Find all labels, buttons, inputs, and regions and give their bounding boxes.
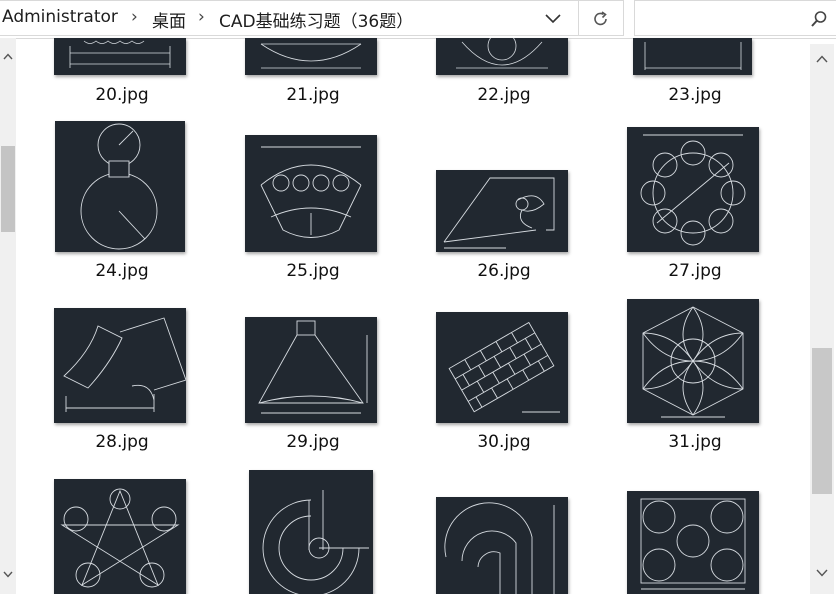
thumbnail-image bbox=[627, 127, 759, 252]
scroll-down-button[interactable] bbox=[810, 562, 834, 584]
thumbnail-image bbox=[54, 308, 186, 423]
search-box[interactable] bbox=[634, 0, 836, 36]
thumbnail-image bbox=[245, 38, 377, 75]
file-name: 31.jpg bbox=[668, 432, 722, 452]
file-item[interactable]: 31.jpg bbox=[613, 296, 777, 461]
file-name: 23.jpg bbox=[668, 85, 722, 105]
thumbnail-image bbox=[249, 470, 373, 594]
thumbnail-image bbox=[436, 497, 568, 594]
file-name: 28.jpg bbox=[95, 432, 149, 452]
file-item[interactable]: 26.jpg bbox=[422, 118, 586, 290]
file-name: 22.jpg bbox=[477, 85, 531, 105]
file-item[interactable] bbox=[40, 476, 204, 594]
file-name: 26.jpg bbox=[477, 261, 531, 281]
file-item[interactable]: 30.jpg bbox=[422, 296, 586, 461]
search-input[interactable] bbox=[641, 7, 805, 31]
file-item[interactable]: 24.jpg bbox=[40, 118, 204, 290]
scroll-down-button[interactable] bbox=[0, 564, 16, 584]
file-name: 29.jpg bbox=[286, 432, 340, 452]
file-name: 24.jpg bbox=[95, 261, 149, 281]
chevron-down-icon bbox=[3, 571, 13, 578]
breadcrumb-separator: › bbox=[131, 7, 138, 27]
address-bar[interactable]: Administrator › 桌面 › CAD基础练习题（36题） bbox=[0, 0, 624, 36]
thumbnail-image bbox=[627, 299, 759, 423]
scroll-up-button[interactable] bbox=[0, 46, 16, 66]
thumbnail-image bbox=[436, 312, 568, 423]
thumbnail-image bbox=[436, 170, 568, 252]
file-item[interactable] bbox=[613, 488, 777, 594]
thumbnail-image bbox=[633, 38, 752, 75]
file-name: 21.jpg bbox=[286, 85, 340, 105]
file-item[interactable]: 23.jpg bbox=[613, 38, 777, 112]
search-icon bbox=[811, 11, 827, 27]
file-item[interactable]: 22.jpg bbox=[422, 38, 586, 112]
thumbnail-image bbox=[54, 479, 186, 594]
file-item[interactable]: 27.jpg bbox=[613, 118, 777, 290]
file-item[interactable]: 20.jpg bbox=[40, 38, 204, 112]
refresh-button[interactable] bbox=[578, 1, 623, 36]
chevron-up-icon bbox=[3, 52, 13, 59]
file-item[interactable] bbox=[422, 494, 586, 594]
navigation-pane-scrollbar[interactable] bbox=[0, 38, 16, 594]
search-button[interactable] bbox=[805, 5, 833, 33]
file-name: 20.jpg bbox=[95, 85, 149, 105]
file-name: 25.jpg bbox=[286, 261, 340, 281]
toolbar: Administrator › 桌面 › CAD基础练习题（36题） bbox=[0, 0, 836, 39]
breadcrumb-desktop[interactable]: 桌面 bbox=[152, 7, 186, 32]
chevron-down-icon bbox=[816, 569, 828, 577]
chevron-up-icon bbox=[816, 55, 828, 63]
thumbnail-image bbox=[54, 38, 186, 75]
thumbnail-image bbox=[55, 121, 185, 252]
breadcrumb-administrator[interactable]: Administrator bbox=[2, 7, 118, 27]
chevron-down-icon bbox=[545, 14, 561, 24]
file-item[interactable]: 29.jpg bbox=[231, 296, 395, 461]
breadcrumb-separator: › bbox=[198, 7, 205, 27]
thumbnail-image bbox=[436, 38, 568, 75]
thumbnail-image bbox=[627, 491, 759, 594]
file-item[interactable]: 21.jpg bbox=[231, 38, 395, 112]
scroll-thumb[interactable] bbox=[812, 348, 832, 494]
file-name: 27.jpg bbox=[668, 261, 722, 281]
file-list-scrollbar[interactable] bbox=[810, 44, 834, 594]
scroll-thumb[interactable] bbox=[1, 146, 15, 232]
file-name: 30.jpg bbox=[477, 432, 531, 452]
file-item[interactable]: 28.jpg bbox=[40, 296, 204, 461]
thumbnail-image bbox=[245, 135, 377, 252]
scroll-up-button[interactable] bbox=[810, 48, 834, 70]
breadcrumb-current-folder[interactable]: CAD基础练习题（36题） bbox=[219, 7, 413, 32]
refresh-icon bbox=[594, 10, 607, 25]
address-history-button[interactable] bbox=[538, 7, 568, 31]
file-item[interactable] bbox=[231, 466, 395, 594]
file-item[interactable]: 25.jpg bbox=[231, 118, 395, 290]
thumbnail-image bbox=[245, 317, 377, 423]
